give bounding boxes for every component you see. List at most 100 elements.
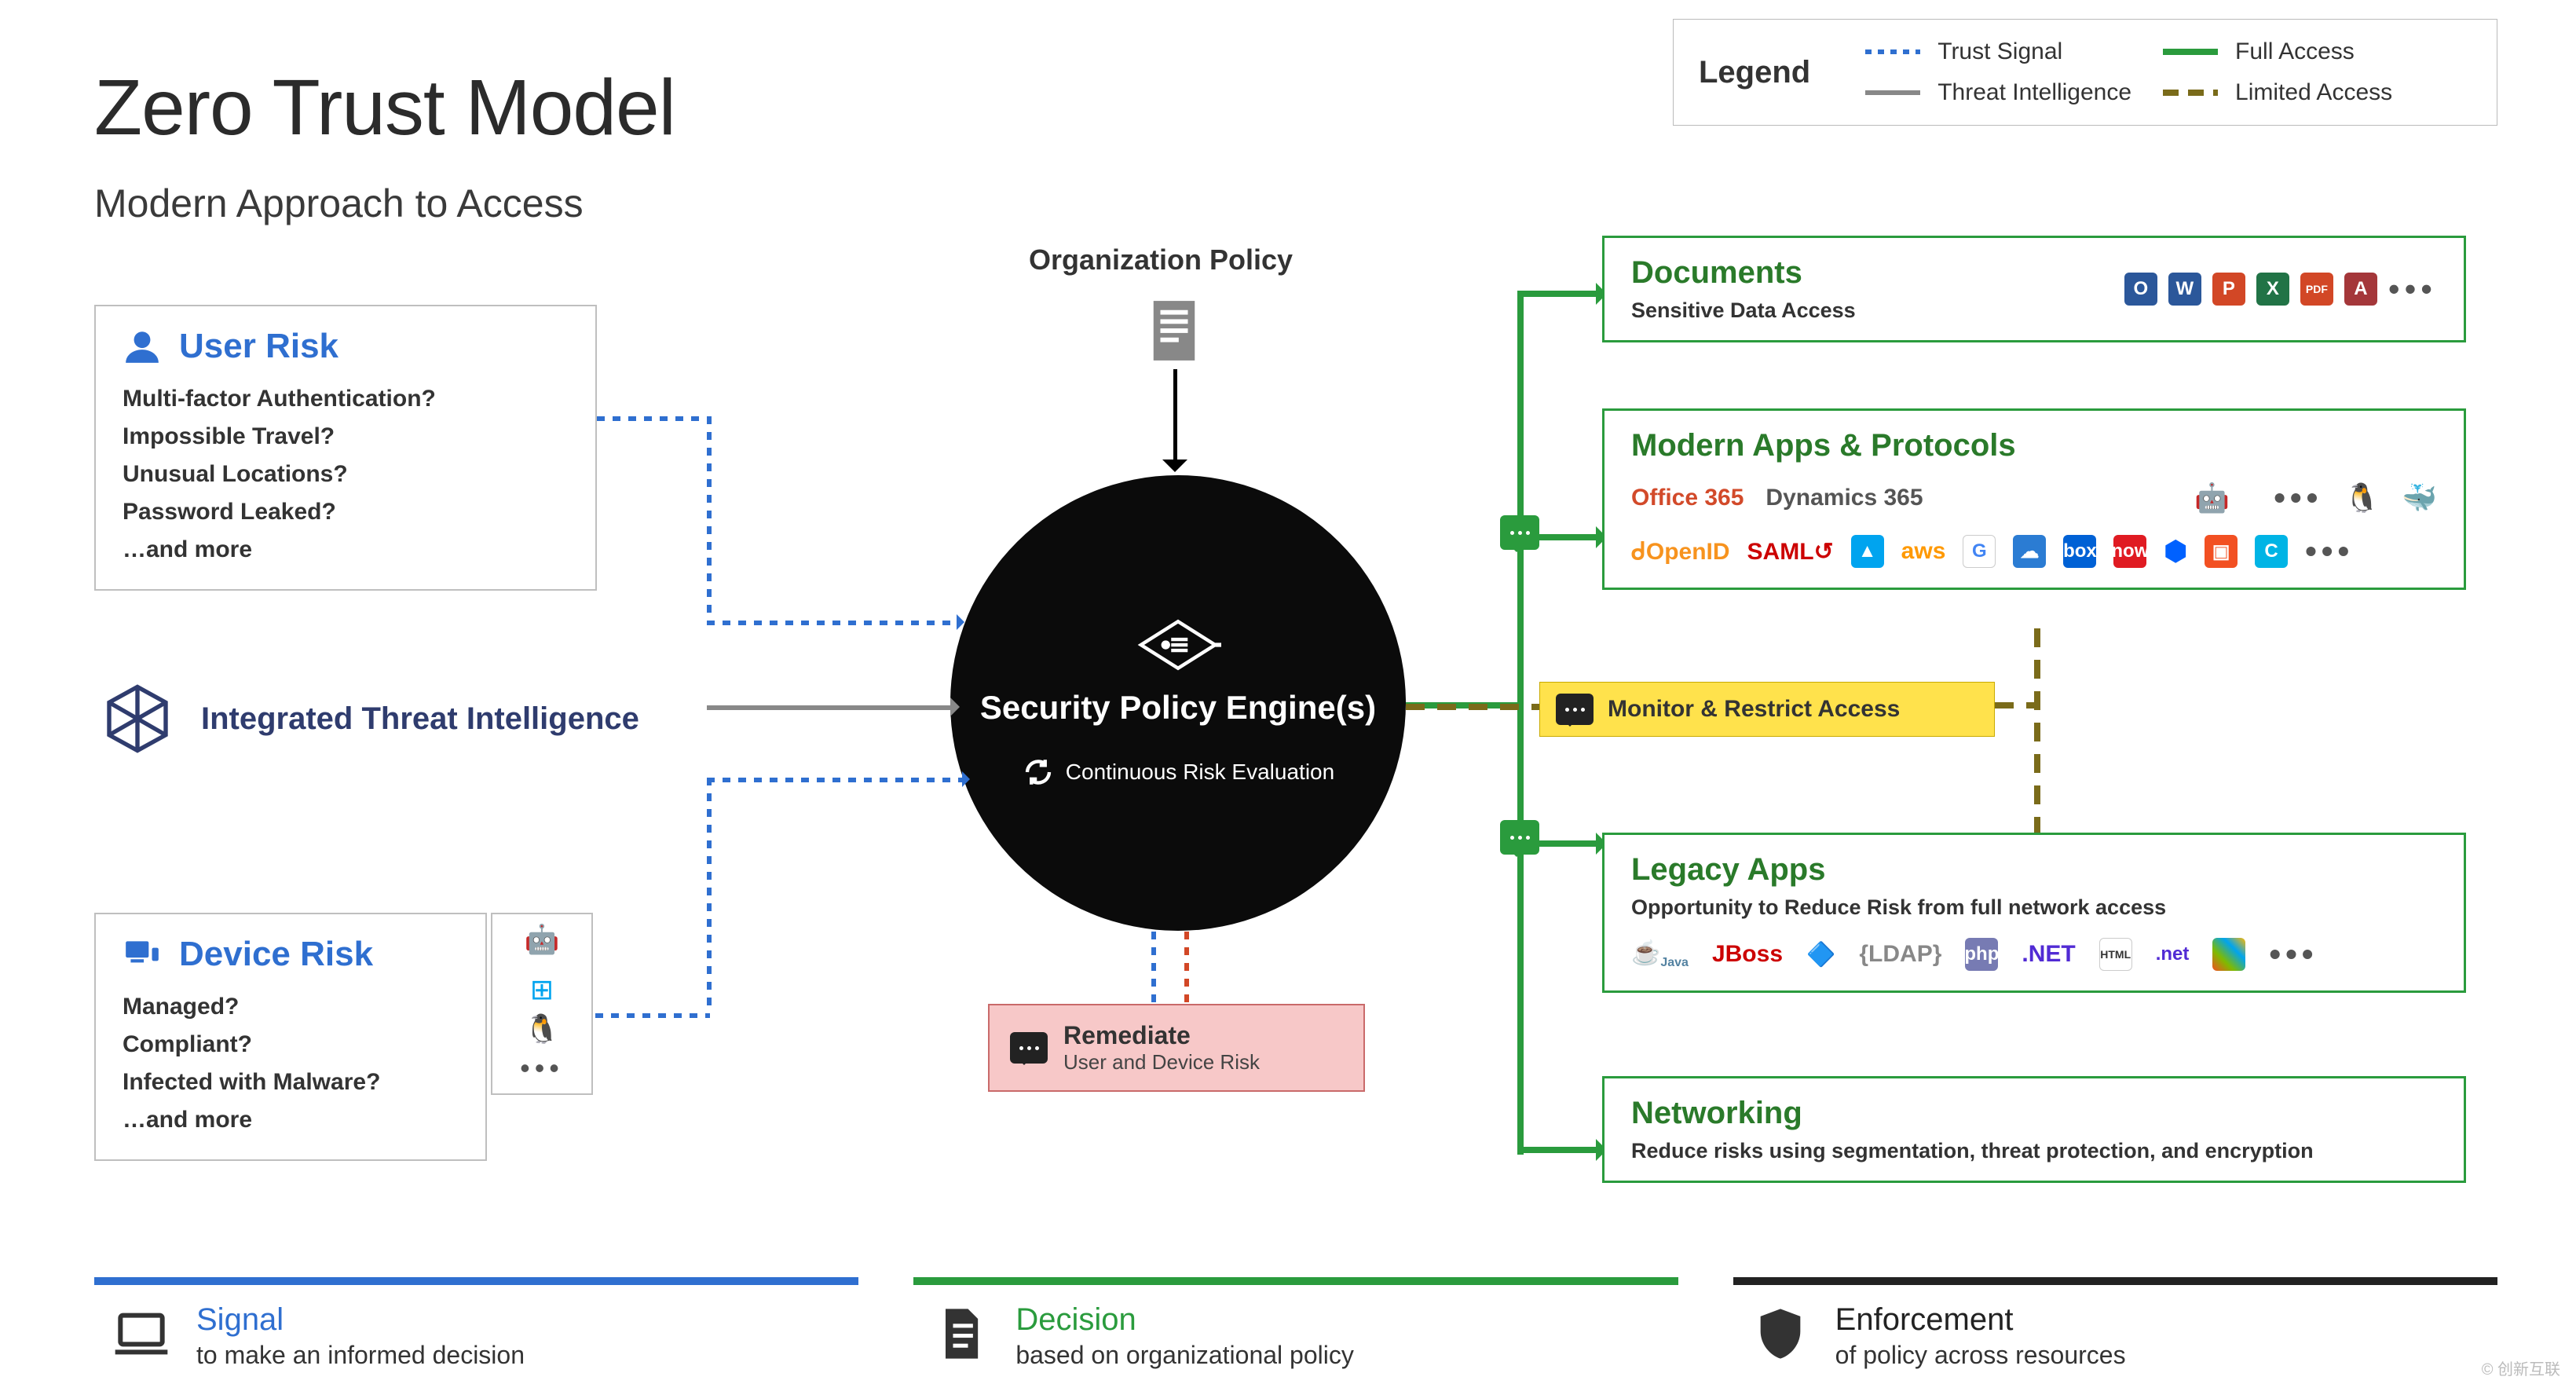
more-icon: ••• <box>2388 270 2437 308</box>
android-icon: 🤖 <box>525 925 560 954</box>
monitor-restrict-label: Monitor & Restrict Access <box>1608 696 1900 723</box>
windows-icon: ⊞ <box>530 976 554 1004</box>
chat-icon <box>1500 515 1539 550</box>
servicenow-icon: now <box>2113 535 2146 568</box>
connector <box>1995 702 2034 708</box>
user-risk-item: …and more <box>123 531 569 569</box>
graph-icon <box>102 683 173 754</box>
html5-icon: HTML <box>2099 938 2132 971</box>
more-icon: ••• <box>2274 479 2322 517</box>
doc-icon <box>929 1302 992 1365</box>
connector <box>1517 291 1602 297</box>
connector <box>1517 291 1524 1155</box>
docker-icon: 🐳 <box>2402 481 2437 514</box>
organization-policy-label: Organization Policy <box>1029 243 1293 276</box>
connector <box>1173 369 1177 462</box>
user-risk-item: Impossible Travel? <box>123 418 569 456</box>
shield-icon <box>1749 1302 1812 1365</box>
device-risk-item: Compliant? <box>123 1026 459 1064</box>
cube-icon: ▣ <box>2205 535 2238 568</box>
dropbox-icon: ⬢ <box>2164 536 2187 567</box>
more-icon: ••• <box>2269 935 2318 973</box>
google-icon: G <box>1963 535 1996 568</box>
device-icon <box>123 935 162 974</box>
bottom-signal: Signalto make an informed decision <box>94 1277 858 1387</box>
swatch-limited-access <box>2163 90 2218 96</box>
monitor-restrict-access: Monitor & Restrict Access <box>1539 682 1995 737</box>
swatch-full-access <box>2163 49 2218 55</box>
device-risk-item: Managed? <box>123 988 459 1026</box>
remediate-box: Remediate User and Device Risk <box>988 1004 1365 1092</box>
networking-box: Networking Reduce risks using segmentati… <box>1602 1076 2466 1183</box>
legend-item: Limited Access <box>2235 79 2392 106</box>
legend-item: Full Access <box>2235 38 2355 65</box>
powerpoint-icon: P <box>2212 273 2245 306</box>
connector <box>2034 628 2040 833</box>
net-title: Networking <box>1631 1096 2437 1131</box>
connector <box>707 705 950 710</box>
dynamics365-label: Dynamics 365 <box>1766 485 1923 511</box>
engine-sub: Continuous Risk Evaluation <box>1066 760 1334 785</box>
excel-icon: X <box>2256 273 2289 306</box>
pdf-icon: PDF <box>2300 273 2333 306</box>
modern-title: Modern Apps & Protocols <box>1631 428 2437 463</box>
net-sub: Reduce risks using segmentation, threat … <box>1631 1139 2437 1163</box>
iis-icon: 🔷 <box>1806 941 1835 968</box>
connector <box>707 416 712 621</box>
router-icon <box>1135 617 1221 672</box>
watermark: © 创新互联 <box>2482 1357 2560 1379</box>
legend-item: Trust Signal <box>1937 38 2062 65</box>
dotnet2-icon: .net <box>2156 943 2190 965</box>
access-icon: A <box>2344 273 2377 306</box>
remediate-sub: User and Device Risk <box>1063 1050 1260 1075</box>
decision-sub: based on organizational policy <box>1015 1341 1354 1370</box>
document-icon <box>1147 295 1202 366</box>
connector <box>597 416 707 421</box>
arrow-right-icon <box>957 614 972 630</box>
office365-label: Office 365 <box>1631 485 1744 511</box>
user-risk-item: Unusual Locations? <box>123 456 569 493</box>
device-os-icons: 🤖 ⊞ 🐧 ••• <box>491 913 593 1095</box>
remediate-title: Remediate <box>1063 1021 1260 1050</box>
word-icon: W <box>2168 273 2201 306</box>
connector <box>595 1013 710 1018</box>
legend-label: Legend <box>1699 55 1810 90</box>
arrow-right-icon <box>950 698 969 716</box>
engine-title: Security Policy Engine(s) <box>980 688 1376 727</box>
bottom-bar: Signalto make an informed decision Decis… <box>94 1277 2497 1387</box>
connector <box>1406 704 1539 710</box>
page-subtitle: Modern Approach to Access <box>94 181 584 226</box>
outlook-icon: O <box>2124 273 2157 306</box>
user-risk-item: Password Leaked? <box>123 493 569 531</box>
c-icon: C <box>2255 535 2288 568</box>
swatch-threat-intel <box>1865 90 1920 95</box>
decision-title: Decision <box>1015 1302 1354 1338</box>
user-risk-item: Multi-factor Authentication? <box>123 380 569 418</box>
device-risk-box: Device Risk Managed? Compliant? Infected… <box>94 913 487 1161</box>
more-icon: ••• <box>2305 533 2354 570</box>
refresh-icon <box>1022 756 1055 789</box>
swatch-trust-signal <box>1865 49 1920 54</box>
saml-icon: SAML↺ <box>1747 538 1834 566</box>
page-title: Zero Trust Model <box>94 63 675 153</box>
bottom-decision: Decision based on organizational policy <box>913 1277 1678 1387</box>
legacy-apps-box: Legacy Apps Opportunity to Reduce Risk f… <box>1602 833 2466 993</box>
jboss-icon: JBoss <box>1712 941 1783 968</box>
enforce-title: Enforcement <box>1835 1302 2126 1338</box>
linux-icon: 🐧 <box>525 1015 560 1043</box>
salesforce-icon: ☁ <box>2013 535 2046 568</box>
php-icon: php <box>1965 938 1998 971</box>
openid-icon: ᑯOpenID <box>1631 538 1730 566</box>
legacy-sub: Opportunity to Reduce Risk from full net… <box>1631 895 2437 920</box>
user-risk-title: User Risk <box>179 327 338 366</box>
connector <box>1517 1147 1602 1153</box>
box-icon: box <box>2063 535 2096 568</box>
arrow-right-icon <box>962 771 978 787</box>
connector <box>1151 932 1156 1002</box>
integrated-threat-intelligence: Integrated Threat Intelligence <box>102 683 639 754</box>
connector <box>707 778 712 1013</box>
signal-title: Signal <box>196 1302 525 1338</box>
java-icon: ☕Java <box>1631 939 1689 970</box>
security-policy-engine: Security Policy Engine(s) Continuous Ris… <box>950 475 1406 931</box>
azure-icon: ▲ <box>1851 535 1884 568</box>
